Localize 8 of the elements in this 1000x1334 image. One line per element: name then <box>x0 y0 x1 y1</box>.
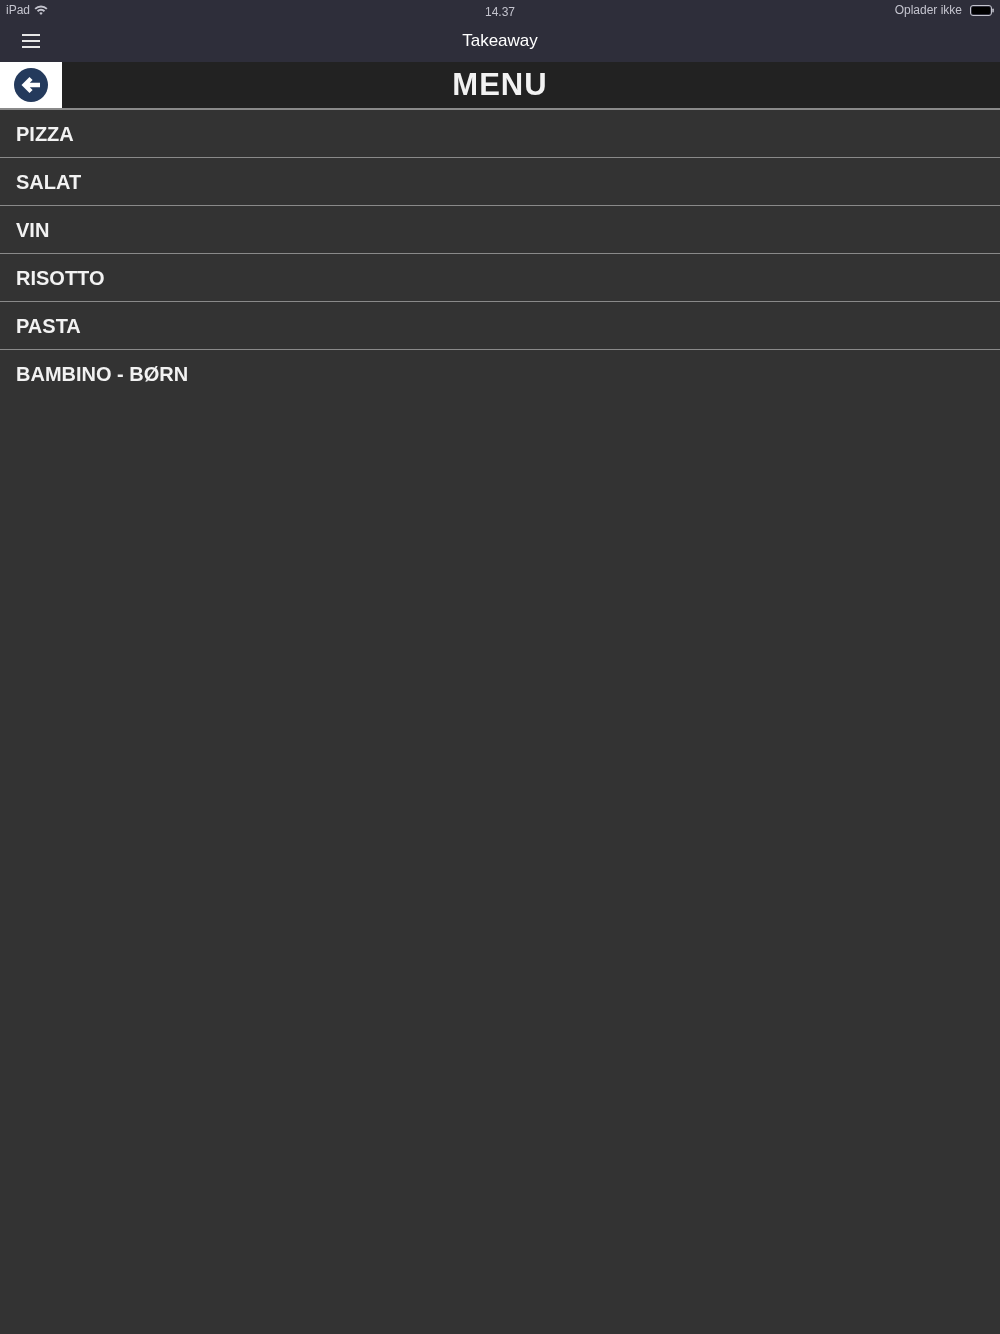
device-name: iPad <box>6 2 31 19</box>
wifi-icon <box>34 5 49 15</box>
nav-title: Takeaway <box>462 30 538 53</box>
status-time: 14.37 <box>485 5 515 19</box>
page-title: MENU <box>452 67 548 102</box>
battery-icon <box>970 4 994 16</box>
back-button[interactable] <box>0 62 62 108</box>
charging-status: Oplader ikke <box>894 2 962 19</box>
